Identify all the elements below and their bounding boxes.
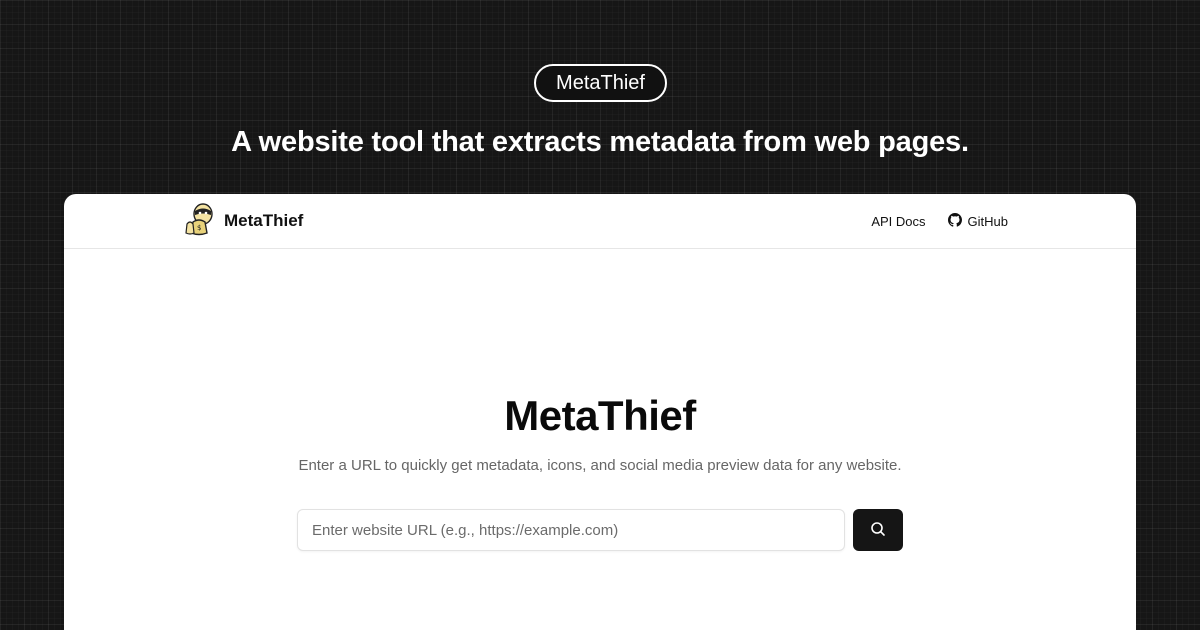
navbar: $ MetaThief API Docs GitHub — [64, 194, 1136, 249]
page-title: MetaThief — [504, 392, 696, 439]
api-docs-link[interactable]: API Docs — [871, 214, 925, 229]
hero-tagline: A website tool that extracts metadata fr… — [231, 126, 969, 158]
github-label: GitHub — [967, 214, 1008, 229]
search-icon — [870, 521, 886, 540]
url-input[interactable] — [297, 509, 845, 551]
github-link[interactable]: GitHub — [947, 213, 1008, 230]
app-window: $ MetaThief API Docs GitHub MetaThief En… — [64, 194, 1136, 630]
brand-name: MetaThief — [224, 211, 304, 230]
brand-link[interactable]: $ MetaThief — [184, 202, 304, 241]
api-docs-label: API Docs — [871, 214, 926, 229]
nav-links: API Docs GitHub — [871, 213, 1008, 230]
search-button[interactable] — [853, 509, 903, 551]
page-subtitle: Enter a URL to quickly get metadata, ico… — [298, 457, 902, 474]
svg-text:$: $ — [197, 224, 201, 232]
github-icon — [947, 213, 962, 230]
thief-mascot-icon: $ — [184, 202, 216, 241]
hero-badge: MetaThief — [534, 64, 667, 102]
